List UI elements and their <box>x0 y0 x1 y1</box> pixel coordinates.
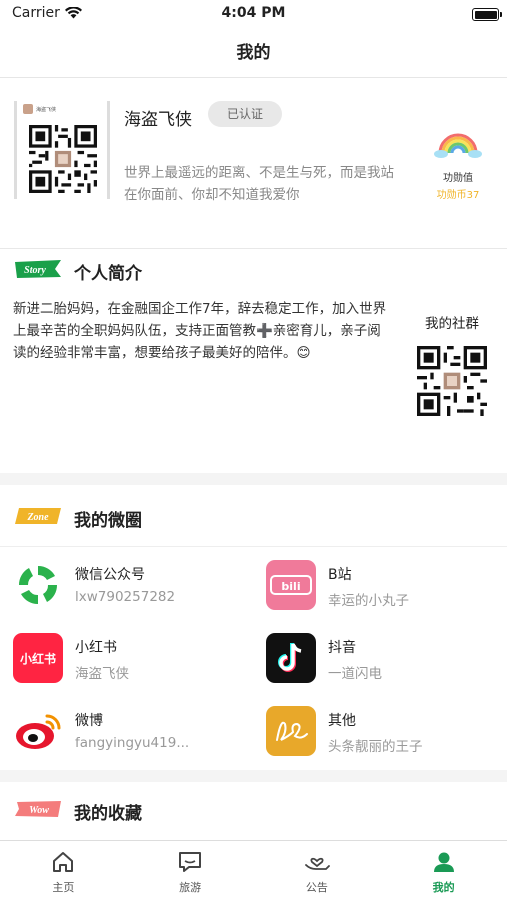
tab-home[interactable]: 主页 <box>0 841 127 900</box>
community-label: 我的社群 <box>425 316 479 332</box>
social-name: 微信公众号 <box>75 567 145 583</box>
profile-nickname: 海盗飞侠 <box>124 110 192 130</box>
social-handle: fangyingyu419... <box>75 735 190 751</box>
xiaohongshu-icon: 小红书 <box>13 633 63 683</box>
social-name: 抖音 <box>328 640 356 656</box>
social-handle: 一道闪电 <box>328 666 382 682</box>
social-name: 其他 <box>328 713 356 729</box>
social-name: B站 <box>328 567 352 583</box>
page-title: 我的 <box>236 43 271 63</box>
tab-me[interactable]: 我的 <box>380 841 507 900</box>
bottom-tab-bar: 主页 旅游 公告 我的 <box>0 840 507 900</box>
social-item-douyin[interactable]: 抖音 一道闪电 <box>266 633 506 693</box>
social-handle: 幸运的小丸子 <box>328 593 409 609</box>
social-item-bilibili[interactable]: bili B站 幸运的小丸子 <box>266 560 506 620</box>
status-bar: Carrier 4:04 PM <box>0 0 507 28</box>
intro-section-header: Story 个人简介 <box>0 250 507 290</box>
tab-notice[interactable]: 公告 <box>254 841 381 900</box>
wow-tag-icon: Wow <box>15 801 61 817</box>
heart-hand-icon <box>304 857 330 870</box>
bilibili-icon: bili <box>266 560 316 610</box>
person-icon <box>433 852 454 872</box>
clock: 4:04 PM <box>221 5 286 21</box>
social-name: 小红书 <box>75 640 117 656</box>
micro-circle-section-header: Zone 我的微圈 <box>0 497 507 547</box>
story-tag-icon: Story <box>15 260 61 278</box>
tab-label: 公告 <box>305 881 328 894</box>
qr-card-header: 海盗飞侠 <box>23 104 56 114</box>
zone-tag-icon: Zone <box>15 508 61 524</box>
svg-text:Wow: Wow <box>29 805 49 816</box>
tab-label: 我的 <box>432 881 455 894</box>
home-icon <box>53 852 74 872</box>
social-name: 微博 <box>75 713 103 729</box>
verified-badge: 已认证 <box>208 101 282 127</box>
xiaohongshu-icon-text: 小红书 <box>19 651 56 666</box>
profile-card[interactable]: 海盗飞侠 海盗飞侠 已认证 世界上最遥远的距离、不是生与死，而是我站在你面前、你… <box>0 79 507 249</box>
chat-icon <box>179 852 202 872</box>
tab-label: 旅游 <box>179 881 202 894</box>
social-item-wechat[interactable]: 微信公众号 lxw790257282 <box>13 560 253 620</box>
svg-text:bili: bili <box>281 580 300 593</box>
community-qr-code[interactable] <box>417 346 487 416</box>
merit-label: 功勋值 <box>443 173 473 184</box>
tab-travel[interactable]: 旅游 <box>127 841 254 900</box>
other-icon <box>266 706 316 756</box>
favorites-section-header[interactable]: Wow 我的收藏 <box>0 790 507 830</box>
rainbow-merit-icon <box>434 133 482 158</box>
merit-widget[interactable]: 功勋值 功勋币37 <box>432 129 484 201</box>
section-divider <box>0 770 507 782</box>
micro-circle-title: 我的微圈 <box>74 511 142 531</box>
qr-card-name: 海盗飞侠 <box>36 106 57 113</box>
social-handle: 头条靓丽的王子 <box>328 739 423 755</box>
nav-bar: 我的 <box>0 28 507 78</box>
social-item-weibo[interactable]: 微博 fangyingyu419... <box>13 706 253 766</box>
social-item-other[interactable]: 其他 头条靓丽的王子 <box>266 706 506 766</box>
mini-avatar <box>23 104 33 114</box>
social-handle: lxw790257282 <box>75 589 176 605</box>
community-widget[interactable]: 我的社群 <box>412 312 492 420</box>
profile-qr-code <box>29 125 97 193</box>
merit-coins: 功勋币37 <box>436 190 480 201</box>
battery-icon <box>472 8 502 21</box>
favorites-title: 我的收藏 <box>74 804 142 824</box>
social-item-xiaohongshu[interactable]: 小红书 小红书 海盗飞侠 <box>13 633 253 693</box>
social-handle: 海盗飞侠 <box>75 666 129 682</box>
douyin-icon <box>266 633 316 683</box>
tab-label: 主页 <box>52 881 75 894</box>
intro-title: 个人简介 <box>74 264 142 284</box>
svg-text:Zone: Zone <box>26 512 49 523</box>
profile-qr-card[interactable]: 海盗飞侠 <box>14 101 110 199</box>
weibo-icon <box>13 706 63 756</box>
wechat-official-icon <box>13 560 63 610</box>
svg-text:Story: Story <box>24 265 46 276</box>
section-divider <box>0 473 507 485</box>
profile-signature: 世界上最遥远的距离、不是生与死，而是我站在你面前、你却不知道我爱你 <box>124 165 394 203</box>
intro-text: 新进二胎妈妈，在金融国企工作7年，辞去稳定工作，加入世界上最辛苦的全职妈妈队伍，… <box>13 301 387 361</box>
